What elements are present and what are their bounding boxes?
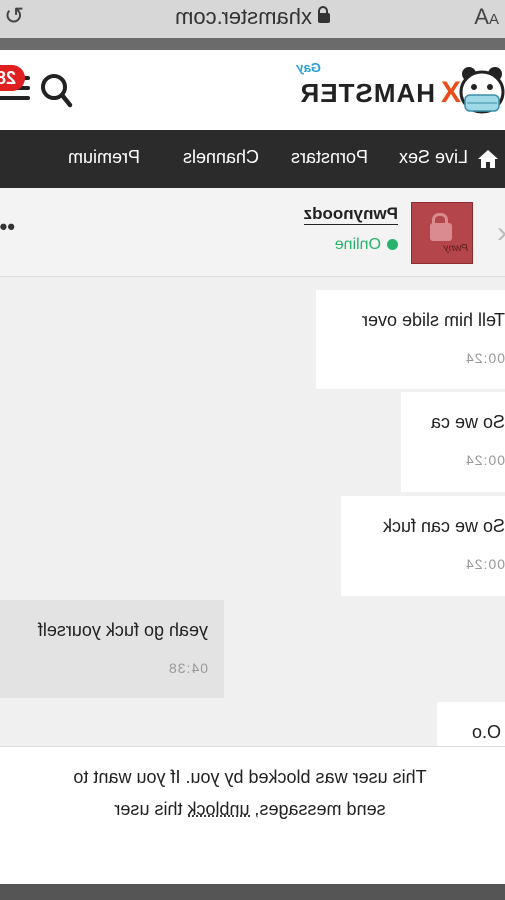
main-nav: Live Sex Pornstars Channels Premium bbox=[0, 130, 505, 188]
blocked-message: This user was blocked by you. If you wan… bbox=[73, 767, 427, 819]
lock-icon bbox=[317, 13, 330, 24]
message-bubble: Tell him slide over 00:24 bbox=[316, 290, 505, 389]
divider bbox=[0, 38, 505, 50]
url-field[interactable]: xhamster.com bbox=[0, 4, 505, 30]
unblock-link[interactable]: unblock bbox=[187, 799, 249, 819]
message-bubble: So we can fuck 00:24 bbox=[341, 496, 505, 596]
message-time: 00:24 bbox=[464, 350, 505, 366]
page: AA xhamster.com ↻ X HAMSTER Gay 2 Live S… bbox=[0, 0, 505, 900]
url-text: xhamster.com bbox=[175, 4, 312, 29]
logo-wordmark: HAMSTER bbox=[299, 78, 435, 108]
online-status: Online bbox=[335, 236, 398, 254]
site-header: X HAMSTER Gay 28 bbox=[0, 50, 505, 130]
online-dot-icon bbox=[387, 239, 398, 251]
logo-tag: Gay bbox=[296, 60, 321, 75]
message-bubble: So we ca 00:24 bbox=[401, 392, 505, 492]
reload-icon[interactable]: ↻ bbox=[4, 2, 24, 31]
nav-item-premium[interactable]: Premium bbox=[68, 147, 140, 168]
nav-item-pornstars[interactable]: Pornstars bbox=[291, 147, 368, 168]
message-text: O.o bbox=[471, 722, 501, 742]
nav-item-channels[interactable]: Channels bbox=[183, 147, 259, 168]
message-bubble: O.o bbox=[437, 702, 505, 746]
browser-toolbar bbox=[0, 884, 505, 900]
notification-badge: 28 bbox=[0, 65, 25, 91]
message-text: So we can fuck bbox=[382, 516, 505, 536]
locked-avatar-icon bbox=[430, 223, 452, 241]
avatar-signature: Pwny bbox=[443, 243, 468, 254]
browser-address-bar: AA xhamster.com ↻ bbox=[0, 0, 505, 38]
blocked-notice: This user was blocked by you. If you wan… bbox=[0, 746, 505, 871]
chat-header: ‹ Pwny Pwnynoodz Online •• bbox=[0, 188, 505, 277]
message-text: So we ca bbox=[430, 412, 505, 432]
home-icon[interactable] bbox=[477, 148, 499, 170]
message-bubble-received: yeah go fuck yourself 04:38 bbox=[0, 600, 224, 698]
nav-item-live-sex[interactable]: Live Sex bbox=[399, 147, 468, 168]
avatar[interactable]: Pwny bbox=[411, 202, 473, 264]
site-logo[interactable]: X HAMSTER Gay bbox=[285, 60, 505, 118]
back-chevron-icon[interactable]: ‹ bbox=[497, 216, 505, 250]
message-list: Tell him slide over 00:24 So we ca 00:24… bbox=[0, 276, 505, 746]
message-text: Tell him slide over bbox=[361, 310, 505, 330]
chat-username[interactable]: Pwnynoodz bbox=[303, 204, 398, 225]
message-time: 04:38 bbox=[167, 660, 208, 676]
message-time: 00:24 bbox=[464, 452, 505, 468]
hamster-mascot-icon bbox=[459, 67, 505, 114]
more-options-icon[interactable]: •• bbox=[0, 214, 15, 240]
logo-x: X bbox=[440, 76, 461, 109]
search-icon[interactable] bbox=[39, 72, 73, 110]
message-time: 00:24 bbox=[464, 556, 505, 572]
spacer bbox=[0, 870, 505, 884]
message-text: yeah go fuck yourself bbox=[37, 620, 208, 640]
